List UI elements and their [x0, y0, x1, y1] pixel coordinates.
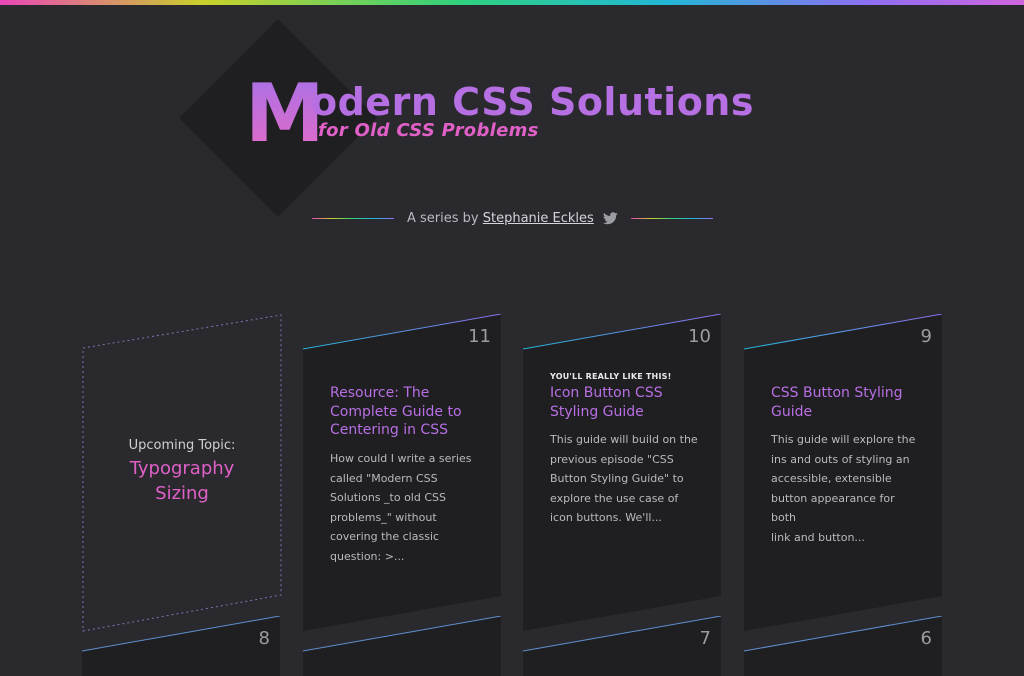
excerpt-line: icon buttons. We'll... [550, 511, 662, 525]
excerpt-line: explore the use case of [550, 491, 679, 505]
byline-divider-left [312, 218, 394, 219]
title-line: Resource: The [330, 385, 430, 401]
excerpt-line: ins and outs of styling an [771, 452, 910, 466]
episode-excerpt: How could I write a series called "Moder… [330, 449, 482, 567]
title-line: Complete Guide to [330, 403, 462, 420]
title-line: Guide [771, 403, 813, 420]
episode-number: 9 [920, 326, 932, 347]
episode-kicker: You'll really like this! [550, 372, 672, 381]
top-gradient-bar [0, 0, 1024, 5]
excerpt-line: problems_" without [330, 510, 437, 524]
episode-number: 11 [468, 326, 491, 347]
episode-number: 6 [920, 628, 932, 649]
byline-prefix: A series by [407, 211, 479, 226]
site-title[interactable]: odern CSS Solutions [311, 80, 754, 124]
byline: A series by Stephanie Eckles [407, 210, 594, 228]
episode-number: 7 [699, 628, 711, 649]
episode-title[interactable]: Icon Button CSS Styling Guide [550, 384, 700, 421]
upcoming-label: Upcoming Topic: [128, 438, 236, 453]
episode-title[interactable]: CSS Button Styling Guide [771, 384, 921, 421]
upcoming-topic-card: Upcoming Topic: Typography Sizing [82, 314, 282, 632]
episode-card-7[interactable]: 7 [523, 616, 721, 676]
excerpt-line: covering the classic [330, 530, 440, 544]
title-line: CSS Button Styling [771, 385, 903, 401]
twitter-icon[interactable] [603, 212, 618, 225]
title-line: Styling Guide [550, 403, 644, 420]
excerpt-line: called "Modern CSS [330, 471, 438, 485]
excerpt-line: This guide will explore the [771, 433, 916, 446]
episode-number: 10 [688, 326, 711, 347]
upcoming-topic-title: Typography Sizing [82, 456, 282, 506]
excerpt-line: previous episode "CSS [550, 452, 674, 466]
excerpt-line: This guide will build on the [550, 433, 698, 446]
episode-card-bottom-middle[interactable] [303, 616, 501, 676]
site-subtitle: for Old CSS Problems [318, 120, 539, 141]
card-shape [82, 616, 280, 676]
episode-card-6[interactable]: 6 [744, 616, 942, 676]
card-shape [744, 616, 942, 676]
excerpt-line: How could I write a series [330, 452, 472, 465]
title-line: Centering in CSS [330, 422, 448, 438]
excerpt-line: link and button... [771, 530, 865, 544]
excerpt-line: Button Styling Guide" to [550, 472, 684, 486]
card-shape [303, 616, 501, 676]
author-link[interactable]: Stephanie Eckles [483, 211, 594, 226]
episode-card-8[interactable]: 8 [82, 616, 280, 676]
byline-divider-right [631, 218, 713, 219]
upcoming-topic-line2: Sizing [155, 483, 209, 504]
title-line: Icon Button CSS [550, 385, 663, 401]
excerpt-line: Solutions _to old CSS [330, 491, 446, 505]
excerpt-line: question: >... [330, 549, 405, 563]
card-shape [523, 616, 721, 676]
upcoming-topic-line1: Typography [129, 458, 235, 479]
episode-excerpt: This guide will explore the ins and outs… [771, 430, 923, 548]
episode-title[interactable]: Resource: The Complete Guide to Centerin… [330, 384, 480, 440]
episode-excerpt: This guide will build on the previous ep… [550, 430, 702, 528]
episode-number: 8 [258, 628, 270, 649]
excerpt-line: accessible, extensible [771, 472, 892, 486]
excerpt-line: button appearance for both [771, 491, 895, 525]
